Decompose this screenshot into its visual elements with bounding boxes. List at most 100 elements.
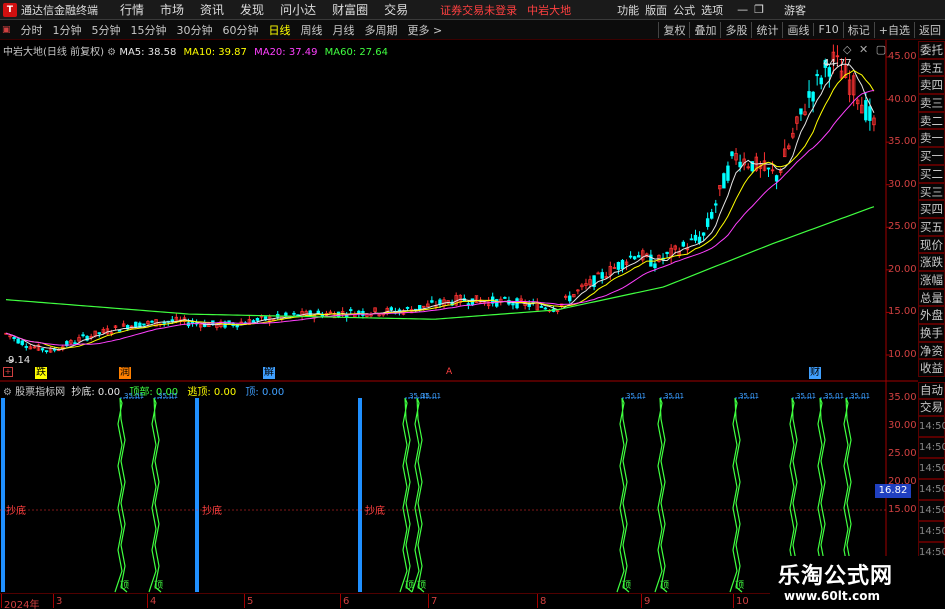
side-tab-item[interactable]: 卖四 xyxy=(918,76,945,95)
date-tick-label: 3 xyxy=(56,596,63,607)
event-marker-die[interactable]: 跌 xyxy=(35,367,47,379)
side-tab-item[interactable]: 买四 xyxy=(918,200,945,218)
event-marker-a[interactable]: A xyxy=(446,367,452,377)
side-tab-item[interactable]: 涨幅 xyxy=(918,270,945,289)
candle-body xyxy=(389,307,394,311)
candle-body xyxy=(24,346,28,348)
side-tab-item[interactable]: 总量 xyxy=(918,288,945,307)
side-tab-item[interactable]: 卖一 xyxy=(918,129,945,148)
event-expand-icon[interactable]: + xyxy=(3,367,13,377)
menu-hangqing[interactable]: 行情 xyxy=(120,1,144,18)
side-tab-item[interactable]: 换手 xyxy=(918,324,945,342)
candle-body xyxy=(799,108,803,115)
period-30min[interactable]: 30分钟 xyxy=(177,22,213,38)
side-tab-item[interactable]: 卖五 xyxy=(918,58,945,77)
period-1min[interactable]: 1分钟 xyxy=(53,22,82,38)
event-marker-jie[interactable]: 解 xyxy=(263,367,275,379)
side-tab-item[interactable]: 卖三 xyxy=(918,94,945,112)
side-tab-item[interactable]: 涨跌 xyxy=(918,253,945,271)
moving-average-lines xyxy=(5,62,875,362)
peak-value-label: 35.01 xyxy=(850,392,871,400)
candle-body xyxy=(811,91,815,102)
menu-xuanxiang[interactable]: 选项 xyxy=(701,2,723,18)
side-tab-item[interactable]: 收益 xyxy=(918,359,945,378)
toolbar-f10[interactable]: F10 xyxy=(813,23,842,36)
sub-tick-label: 35.00 xyxy=(888,392,917,403)
sub-settings-gear-icon[interactable]: ⚙ xyxy=(3,387,15,398)
toolbar-diejia[interactable]: 叠加 xyxy=(689,21,720,38)
menu-wenxiaoda[interactable]: 问小达 xyxy=(280,1,316,18)
side-tab-item[interactable]: 净资 xyxy=(918,341,945,360)
period-daily[interactable]: 日线 xyxy=(269,22,291,38)
candle-body xyxy=(600,272,604,279)
candle-body xyxy=(97,332,101,335)
candle-body xyxy=(316,310,320,314)
menu-jiaoyi[interactable]: 交易 xyxy=(384,1,408,18)
chaodi-bar xyxy=(358,398,362,592)
side-tab-item[interactable]: 买三 xyxy=(918,182,945,201)
side-tab-item[interactable]: 委托 xyxy=(918,41,945,59)
window-minimize-icon[interactable]: — xyxy=(737,3,748,16)
toolbar-fanhui[interactable]: 返回 xyxy=(914,21,945,38)
price-tick-label: 20.00 xyxy=(888,263,917,275)
menu-shichang[interactable]: 市场 xyxy=(160,1,184,18)
date-tick-label: 10 xyxy=(736,596,749,607)
toolbar-duogu[interactable]: 多股 xyxy=(720,21,751,38)
sub-chart-series xyxy=(0,397,886,593)
side-panel-trade: 自动交易14:5014:5014:5014:5014:5014:5014:501… xyxy=(918,382,945,584)
toolbar-huaxian[interactable]: 画线 xyxy=(782,21,813,38)
kline-chart-svg[interactable] xyxy=(0,40,945,609)
peak-value-label: 35.01 xyxy=(824,392,845,400)
candle-body xyxy=(73,342,77,345)
toolbar-tongji[interactable]: 统计 xyxy=(751,21,782,38)
toolbar-zixuan[interactable]: +自选 xyxy=(873,21,914,38)
period-monthly[interactable]: 月线 xyxy=(333,22,355,38)
low-price-label: 9.14 xyxy=(8,355,31,366)
event-marker-run[interactable]: 润 xyxy=(119,367,131,379)
side-tab-item[interactable]: 卖二 xyxy=(918,111,945,130)
candle-body xyxy=(705,218,710,227)
watermark-title: 乐淘公式网 xyxy=(778,564,894,589)
candle-body xyxy=(701,232,706,236)
toolbar-menu-icon[interactable]: ▣ xyxy=(2,25,11,35)
period-fenshi[interactable]: 分时 xyxy=(21,22,43,38)
menu-zixun[interactable]: 资讯 xyxy=(200,1,224,18)
window-restore-icon[interactable]: ❐ xyxy=(754,3,764,16)
price-tick-label: 25.00 xyxy=(888,221,917,233)
top-signal-spike xyxy=(399,397,413,593)
guest-label[interactable]: 游客 xyxy=(784,2,806,18)
candle-body xyxy=(417,305,422,310)
side-tab-item[interactable]: 现价 xyxy=(918,235,945,254)
candle-body xyxy=(568,295,572,302)
menu-faxian[interactable]: 发现 xyxy=(240,1,264,18)
menu-gongneng[interactable]: 功能 xyxy=(617,2,639,18)
peak-value-label: 35.01 xyxy=(421,392,442,400)
side-tab-item[interactable]: 买五 xyxy=(918,217,945,236)
menu-caifuquan[interactable]: 财富圈 xyxy=(332,1,368,18)
date-tick-mark xyxy=(733,594,734,608)
side-time-item: 14:50 xyxy=(918,458,945,479)
side-tab-item[interactable]: 买一 xyxy=(918,147,945,165)
event-marker-cai[interactable]: 财 xyxy=(809,367,821,379)
period-60min[interactable]: 60分钟 xyxy=(223,22,259,38)
side-trade-item[interactable]: 自动 xyxy=(918,382,945,399)
peak-value-label: 35.01 xyxy=(739,392,760,400)
toolbar-fuquan[interactable]: 复权 xyxy=(658,21,689,38)
price-tick-label: 10.00 xyxy=(888,349,917,360)
period-15min[interactable]: 15分钟 xyxy=(131,22,167,38)
sub-item-chaodi: 抄底: 0.00 xyxy=(71,387,121,398)
period-more[interactable]: 更多 > xyxy=(408,22,443,38)
menu-banmian[interactable]: 版面 xyxy=(645,2,667,18)
side-tab-item[interactable]: 买二 xyxy=(918,164,945,183)
login-notice[interactable]: 证券交易未登录 xyxy=(440,2,517,18)
menu-gongshi[interactable]: 公式 xyxy=(673,2,695,18)
period-weekly[interactable]: 周线 xyxy=(301,22,323,38)
side-trade-item[interactable]: 交易 xyxy=(918,399,945,416)
candle-body xyxy=(349,309,353,311)
period-multi[interactable]: 多周期 xyxy=(365,22,398,38)
period-5min[interactable]: 5分钟 xyxy=(92,22,121,38)
candle-body xyxy=(819,77,823,85)
side-tab-item[interactable]: 外盘 xyxy=(918,306,945,324)
toolbar-biaoji[interactable]: 标记 xyxy=(842,21,874,38)
candle-body xyxy=(503,296,507,299)
